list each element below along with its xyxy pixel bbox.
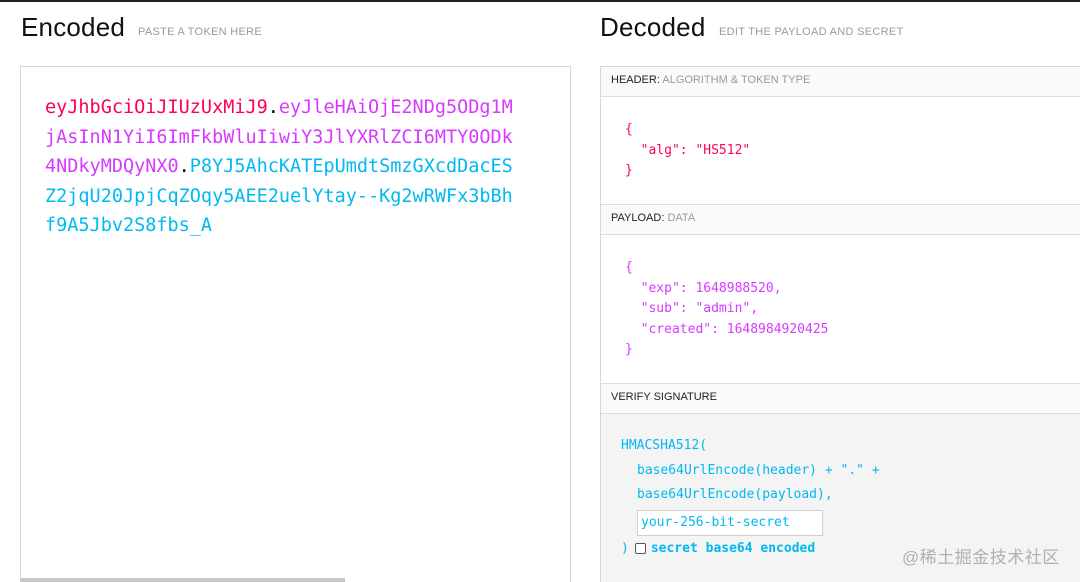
payload-section-label: PAYLOAD: — [611, 212, 665, 224]
verify-section-heading: VERIFY SIGNATURE — [601, 384, 1080, 414]
payload-section-heading: PAYLOAD: DATA — [601, 205, 1080, 235]
decoded-panel: HEADER: ALGORITHM & TOKEN TYPE { "alg": … — [600, 66, 1080, 582]
header-section-sublabel: ALGORITHM & TOKEN TYPE — [662, 74, 811, 86]
encoded-scrollbar[interactable] — [20, 578, 345, 582]
hmac-function-line: HMACSHA512( — [621, 438, 708, 453]
verify-section-label: VERIFY SIGNATURE — [611, 391, 717, 403]
payload-section-sublabel: DATA — [667, 212, 696, 224]
encoded-title: Encoded — [21, 12, 126, 42]
secret-options-line: ) secret base64 encoded — [621, 537, 880, 562]
top-border — [0, 0, 1080, 2]
token-header-part: eyJhbGciOiJIUzUxMiJ9 — [45, 97, 268, 118]
token-text[interactable]: eyJhbGciOiJIUzUxMiJ9.eyJleHAiOjE2NDg5ODg… — [45, 93, 515, 241]
watermark: @稀土掘金技术社区 — [902, 548, 1060, 567]
payload-json-editor[interactable]: { "exp": 1648988520, "sub": "admin", "cr… — [625, 258, 829, 361]
header-section-label: HEADER: — [611, 74, 660, 86]
header-json-editor[interactable]: { "alg": "HS512" } — [625, 120, 750, 182]
secret-input[interactable] — [637, 509, 823, 536]
verify-signature-code: HMACSHA512( base64UrlEncode(header) + ".… — [621, 434, 880, 561]
token-dot: . — [178, 156, 190, 178]
header-encode-line: base64UrlEncode(header) + "." + — [637, 462, 880, 478]
decoded-title: Decoded — [600, 12, 706, 42]
decoded-subtitle: EDIT THE PAYLOAD AND SECRET — [719, 26, 904, 38]
payload-encode-line: base64UrlEncode(payload), — [637, 487, 833, 502]
base64-checkbox[interactable] — [634, 543, 646, 555]
encoded-token-editor[interactable]: eyJhbGciOiJIUzUxMiJ9.eyJleHAiOjE2NDg5ODg… — [20, 66, 571, 582]
closing-paren: ) — [621, 540, 629, 556]
encoded-subtitle: PASTE A TOKEN HERE — [138, 26, 262, 38]
base64-checkbox-label[interactable]: secret base64 encoded — [651, 537, 815, 562]
header-section-heading: HEADER: ALGORITHM & TOKEN TYPE — [601, 67, 1080, 97]
token-dot: . — [267, 97, 279, 118]
